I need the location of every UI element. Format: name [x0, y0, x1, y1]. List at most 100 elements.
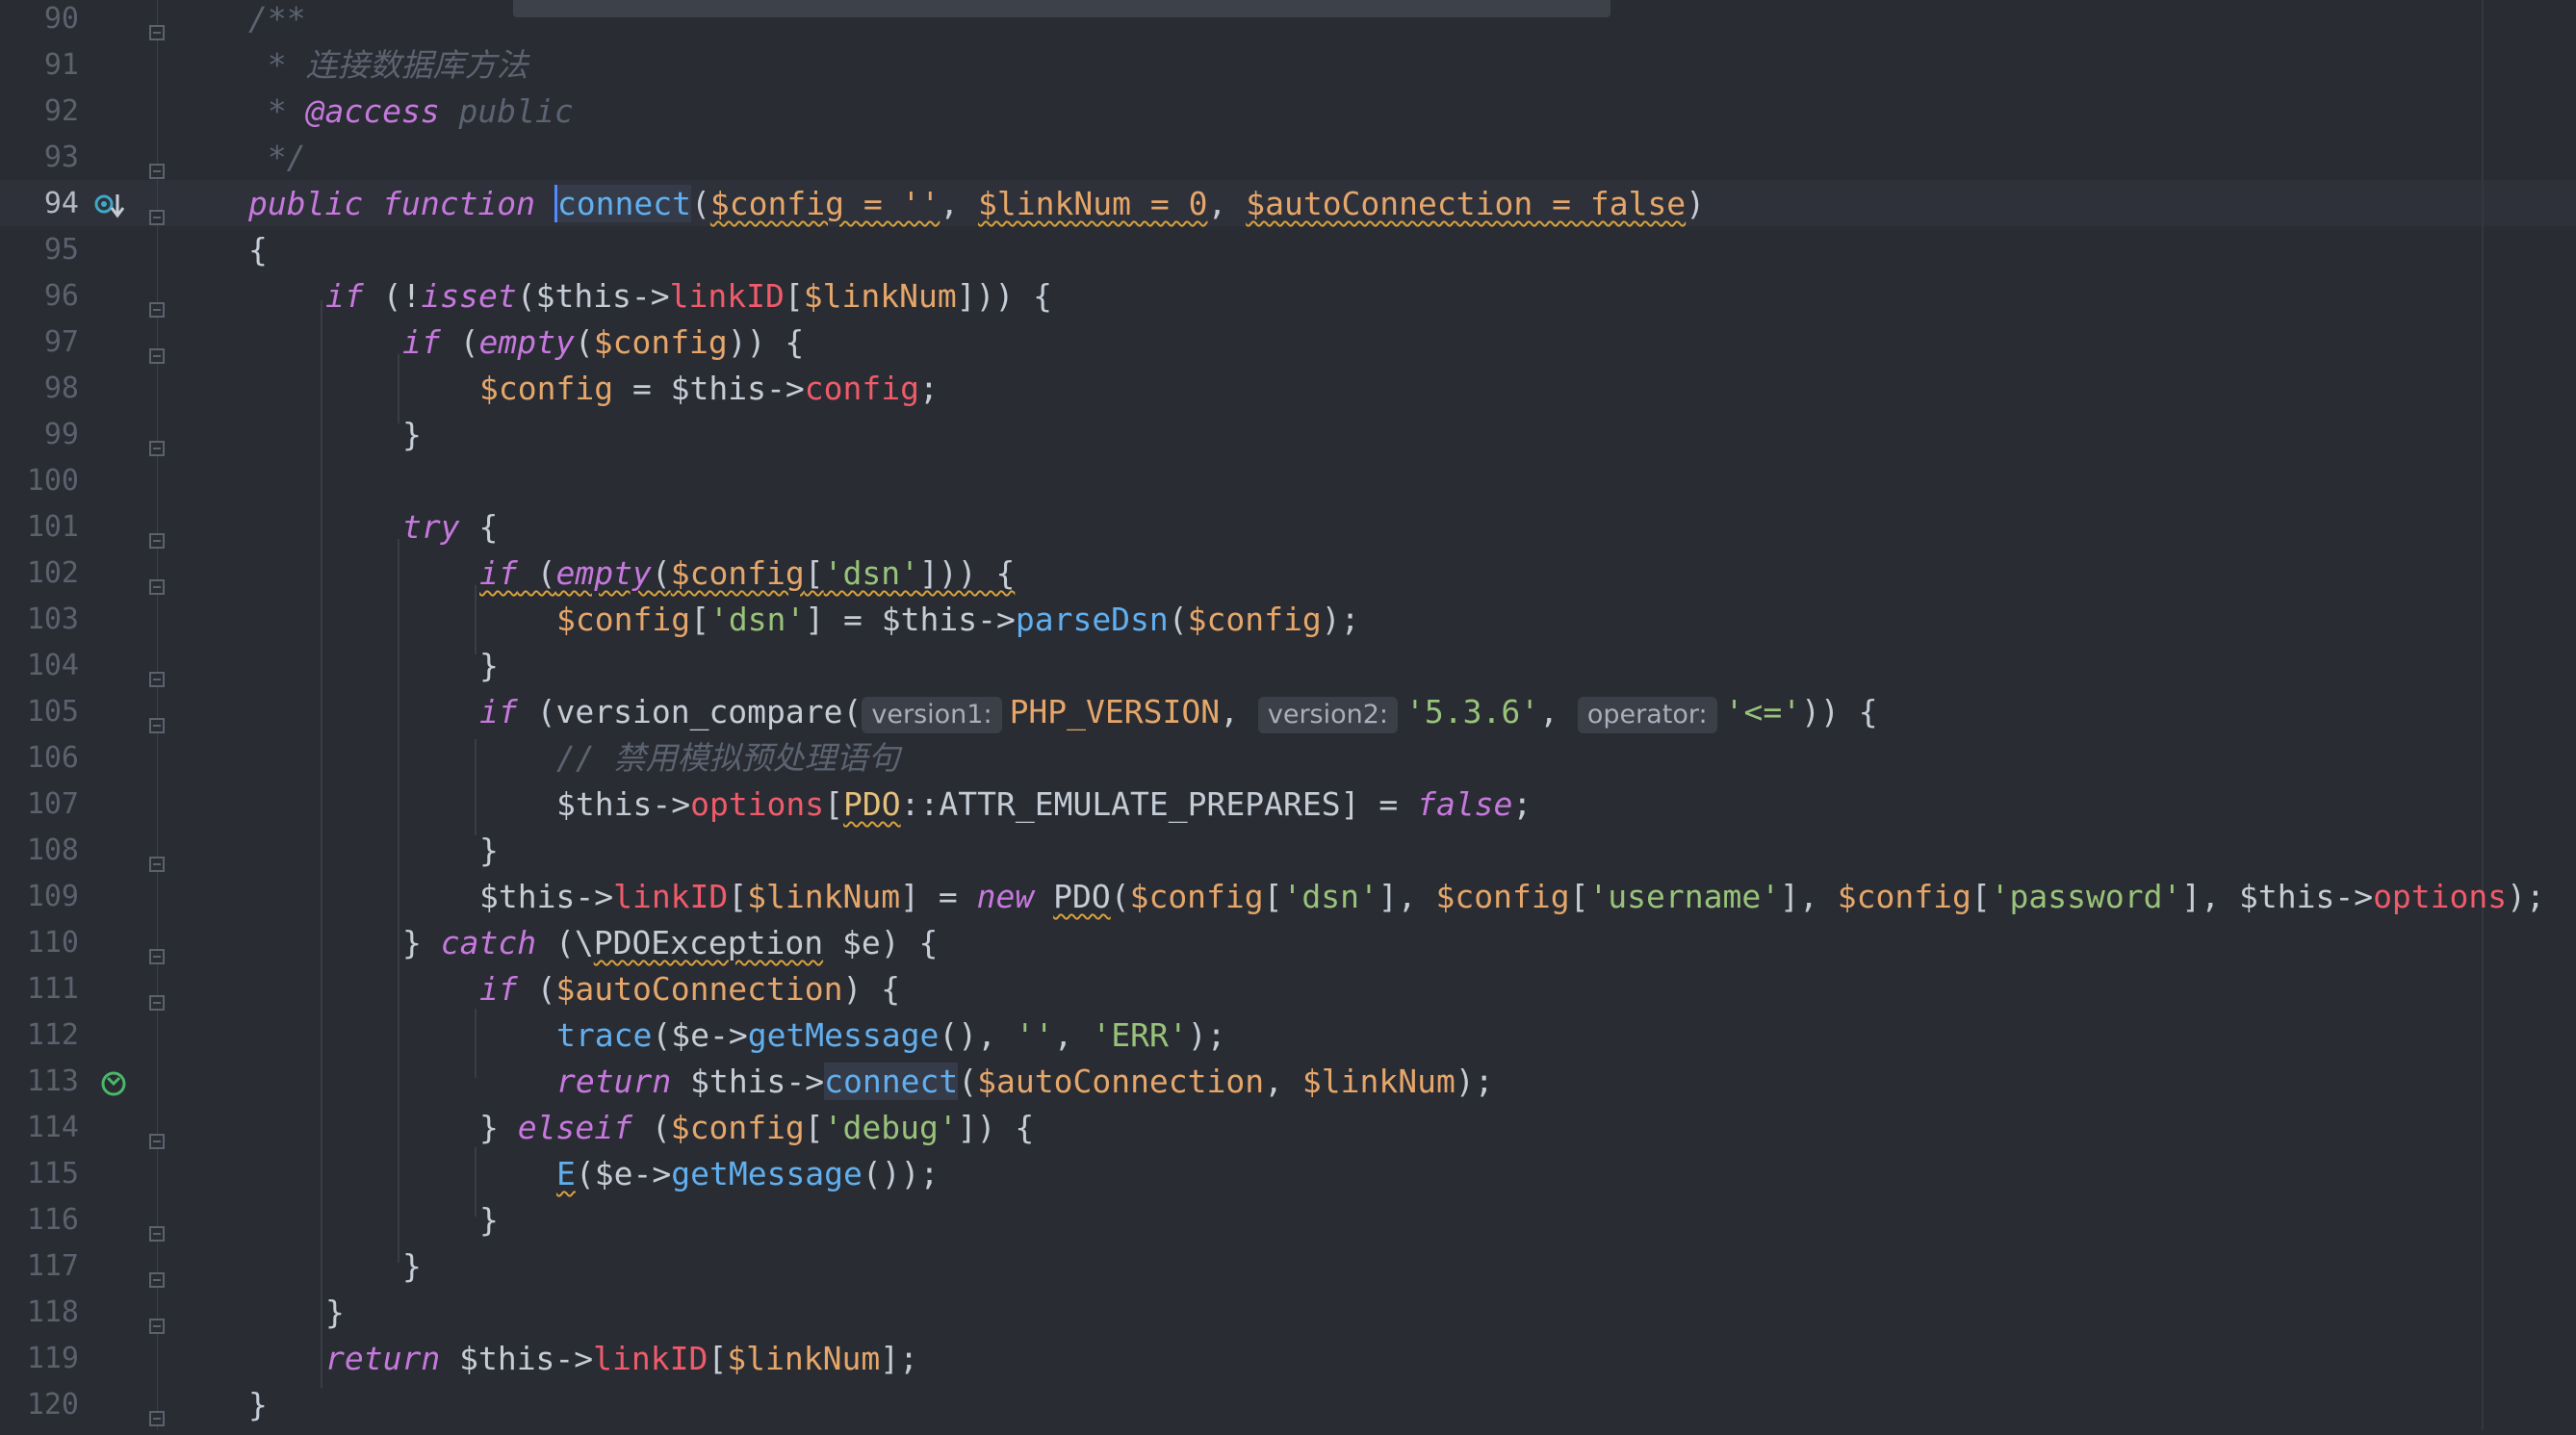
fold-toggle-icon[interactable]	[148, 196, 166, 225]
gutter-row[interactable]: 106	[0, 735, 241, 782]
line-number: 113	[26, 1064, 79, 1098]
gutter-row[interactable]: 119	[0, 1336, 241, 1382]
code-line-101[interactable]: try {	[402, 504, 498, 551]
fold-toggle-icon[interactable]	[148, 935, 166, 964]
fold-toggle-icon[interactable]	[148, 520, 166, 549]
string: 'dsn'	[1282, 878, 1378, 915]
indent-guide	[475, 1009, 477, 1078]
code-line-95[interactable]: {	[248, 227, 268, 273]
fold-toggle-icon[interactable]	[148, 982, 166, 1011]
code-line-109[interactable]: $this->linkID[$linkNum] = new PDO($confi…	[479, 874, 2545, 920]
fold-toggle-icon[interactable]	[148, 289, 166, 318]
fold-toggle-icon[interactable]	[148, 1120, 166, 1149]
fold-toggle-icon[interactable]	[148, 150, 166, 179]
property: options	[690, 785, 825, 823]
fold-toggle-icon[interactable]	[148, 566, 166, 595]
code-line-104[interactable]: }	[479, 643, 499, 689]
gutter-row[interactable]: 96	[0, 273, 241, 320]
code-line-117[interactable]: }	[402, 1243, 422, 1290]
recursive-call-icon[interactable]	[94, 1067, 133, 1096]
gutter-row[interactable]: 114	[0, 1105, 241, 1151]
fold-toggle-icon[interactable]	[148, 1259, 166, 1288]
code-line-120[interactable]: }	[248, 1382, 268, 1428]
code-line-94[interactable]: public function connect($config = '', $l…	[248, 181, 1705, 227]
code-line-91[interactable]: * 连接数据库方法	[248, 42, 528, 89]
gutter-row[interactable]: 116	[0, 1197, 241, 1243]
gutter-row[interactable]: 95	[0, 227, 241, 273]
implementation-marker-icon[interactable]	[94, 190, 133, 218]
code-line-108[interactable]: }	[479, 828, 499, 874]
gutter-row[interactable]: 120	[0, 1382, 241, 1428]
gutter-row[interactable]: 102	[0, 551, 241, 597]
gutter-row[interactable]: 112	[0, 1012, 241, 1059]
code-line-102[interactable]: if (empty($config['dsn'])) {	[479, 551, 1015, 597]
fold-toggle-icon[interactable]	[148, 12, 166, 40]
gutter-row[interactable]: 103	[0, 597, 241, 643]
code-line-105[interactable]: if (version_compare(version1: PHP_VERSION…	[479, 689, 1878, 735]
function-name[interactable]: connect	[554, 185, 691, 222]
gutter-row[interactable]: 104	[0, 643, 241, 689]
gutter-row[interactable]: 117	[0, 1243, 241, 1290]
code-line-96[interactable]: if (!isset($this->linkID[$linkNum])) {	[325, 273, 1052, 320]
gutter-row[interactable]: 107	[0, 782, 241, 828]
line-number: 106	[26, 741, 79, 775]
code-line-103[interactable]: $config['dsn'] = $this->parseDsn($config…	[556, 597, 1360, 643]
code-line-92[interactable]: * @access public	[248, 89, 574, 135]
code-line-115[interactable]: E($e->getMessage());	[556, 1151, 939, 1197]
gutter-row[interactable]: 118	[0, 1290, 241, 1336]
fold-toggle-icon[interactable]	[148, 705, 166, 733]
gutter-row[interactable]: 111	[0, 966, 241, 1012]
line-number: 117	[26, 1249, 79, 1283]
line-number: 109	[26, 880, 79, 913]
brace: {	[248, 231, 268, 269]
gutter-row[interactable]: 110	[0, 920, 241, 966]
gutter-row[interactable]: 92	[0, 89, 241, 135]
code-line-107[interactable]: $this->options[PDO::ATTR_EMULATE_PREPARE…	[556, 782, 1532, 828]
method-call: getMessage	[747, 1016, 940, 1054]
code-line-98[interactable]: $config = $this->config;	[479, 366, 939, 412]
fold-toggle-icon[interactable]	[148, 335, 166, 364]
fold-toggle-icon[interactable]	[148, 1397, 166, 1426]
code-line-90[interactable]: /**	[248, 0, 306, 42]
indent-guide	[321, 300, 322, 1388]
line-number: 93	[43, 141, 79, 174]
string: 'debug'	[823, 1109, 958, 1146]
gutter-row[interactable]: 98	[0, 366, 241, 412]
code-editor[interactable]: 90 91 92 93 94 95 96 97 98 99 100 101 102 103 104 105 10…	[0, 0, 2576, 1430]
gutter-row[interactable]: 109	[0, 874, 241, 920]
line-number: 114	[26, 1111, 79, 1144]
this-ref: = $this->	[613, 370, 805, 407]
code-line-106[interactable]: // 禁用模拟预处理语句	[556, 735, 900, 782]
gutter-row[interactable]: 101	[0, 504, 241, 551]
code-line-114[interactable]: } elseif ($config['debug']) {	[479, 1105, 1034, 1151]
code-line-118[interactable]: }	[325, 1290, 345, 1336]
fold-toggle-icon[interactable]	[148, 1213, 166, 1242]
code-line-112[interactable]: trace($e->getMessage(), '', 'ERR');	[556, 1012, 1225, 1059]
gutter-row[interactable]: 97	[0, 320, 241, 366]
fold-toggle-icon[interactable]	[148, 427, 166, 456]
fold-toggle-icon[interactable]	[148, 1305, 166, 1334]
code-line-119[interactable]: return $this->linkID[$linkNum];	[325, 1336, 918, 1382]
brace: }	[479, 832, 499, 869]
doc-comment: */	[248, 139, 306, 176]
fold-toggle-icon[interactable]	[148, 658, 166, 687]
variable: $autoConnection	[977, 1063, 1265, 1100]
gutter-row[interactable]: 91	[0, 42, 241, 89]
code-line-97[interactable]: if (empty($config)) {	[402, 320, 804, 366]
fold-toggle-icon[interactable]	[148, 843, 166, 872]
code-line-113[interactable]: return $this->connect($autoConnection, $…	[556, 1059, 1494, 1105]
gutter-row[interactable]: 108	[0, 828, 241, 874]
gutter-row[interactable]: 105	[0, 689, 241, 735]
gutter-row[interactable]: 99	[0, 412, 241, 458]
gutter-row[interactable]: 115	[0, 1151, 241, 1197]
code-line-99[interactable]: }	[402, 412, 422, 458]
this-ref: $this->	[2238, 878, 2374, 915]
doc-comment: *	[248, 92, 306, 130]
code-line-116[interactable]: }	[479, 1197, 499, 1243]
code-line-93[interactable]: */	[248, 135, 306, 181]
code-line-111[interactable]: if ($autoConnection) {	[479, 966, 900, 1012]
gutter-row[interactable]: 100	[0, 458, 241, 504]
gutter-row[interactable]: 93	[0, 135, 241, 181]
gutter-row[interactable]: 90	[0, 0, 241, 42]
code-line-110[interactable]: } catch (\PDOException $e) {	[402, 920, 938, 966]
